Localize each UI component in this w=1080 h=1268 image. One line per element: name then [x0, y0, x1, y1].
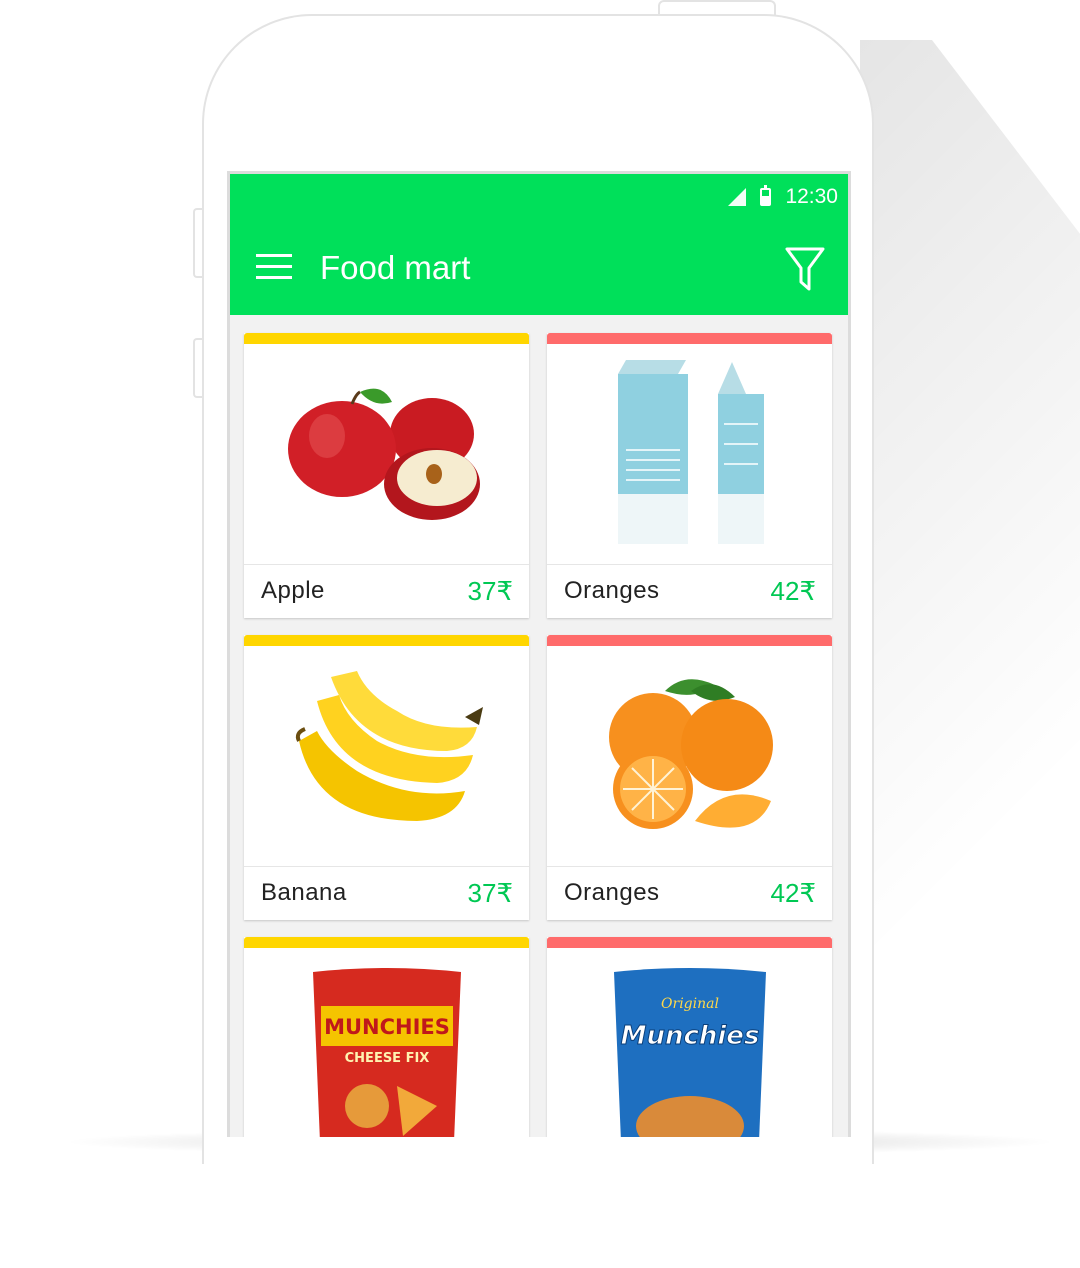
product-price: 42₹ — [770, 878, 816, 908]
status-time: 12:30 — [785, 185, 838, 208]
product-image: MUNCHIES CHEESE FIX — [244, 948, 529, 1137]
product-card[interactable]: Oranges 42₹ — [547, 333, 832, 618]
product-card[interactable]: Oranges 42₹ — [547, 635, 832, 920]
milk-cartons-image — [617, 360, 764, 544]
category-stripe — [244, 333, 529, 344]
phone-shadow — [860, 40, 1080, 1140]
product-name: Oranges — [564, 879, 660, 906]
product-image — [547, 344, 832, 564]
status-bar: 12:30 — [728, 184, 838, 210]
product-price: 37₹ — [467, 878, 513, 908]
product-grid: Apple 37₹ Oranges 42₹ Banana 37₹ Oranges… — [244, 333, 834, 1137]
apples-image — [287, 388, 480, 520]
munchies-original-bag-image: Original Munchies — [613, 968, 766, 1137]
card-footer: Banana 37₹ — [244, 866, 529, 920]
oranges-image — [608, 679, 773, 829]
bananas-image — [295, 671, 483, 821]
product-name: Banana — [261, 879, 347, 906]
product-price: 42₹ — [770, 576, 816, 606]
category-stripe — [244, 635, 529, 646]
product-name: Apple — [261, 577, 325, 604]
product-card[interactable]: Original Munchies — [547, 937, 832, 1137]
card-footer: Oranges 42₹ — [547, 564, 832, 618]
menu-icon[interactable] — [256, 254, 292, 280]
bag-flavor-text: Original — [661, 996, 719, 1012]
product-image — [547, 646, 832, 866]
product-name: Oranges — [564, 577, 660, 604]
signal-icon — [728, 188, 747, 206]
product-image — [244, 646, 529, 866]
product-card[interactable]: Apple 37₹ — [244, 333, 529, 618]
bag-brand-text: MUNCHIES — [324, 1015, 450, 1039]
app-bar: 12:30 Food mart — [230, 174, 848, 315]
filter-icon[interactable] — [784, 246, 826, 292]
category-stripe — [547, 333, 832, 344]
bag-brand-text: Munchies — [620, 1021, 759, 1051]
bag-flavor-text: CHEESE FIX — [344, 1051, 429, 1066]
category-stripe — [547, 635, 832, 646]
product-card[interactable]: MUNCHIES CHEESE FIX — [244, 937, 529, 1137]
product-card[interactable]: Banana 37₹ — [244, 635, 529, 920]
card-footer: Oranges 42₹ — [547, 866, 832, 920]
category-stripe — [244, 937, 529, 948]
product-image — [244, 344, 529, 564]
card-footer: Apple 37₹ — [244, 564, 529, 618]
product-price: 37₹ — [467, 576, 513, 606]
page-title: Food mart — [320, 249, 471, 286]
battery-icon — [760, 185, 772, 206]
category-stripe — [547, 937, 832, 948]
munchies-cheese-fix-bag-image: MUNCHIES CHEESE FIX — [312, 968, 461, 1137]
product-image: Original Munchies — [547, 948, 832, 1137]
phone-screen: 12:30 Food mart Apple 37₹ Oranges 42₹ Ba… — [227, 171, 851, 1137]
